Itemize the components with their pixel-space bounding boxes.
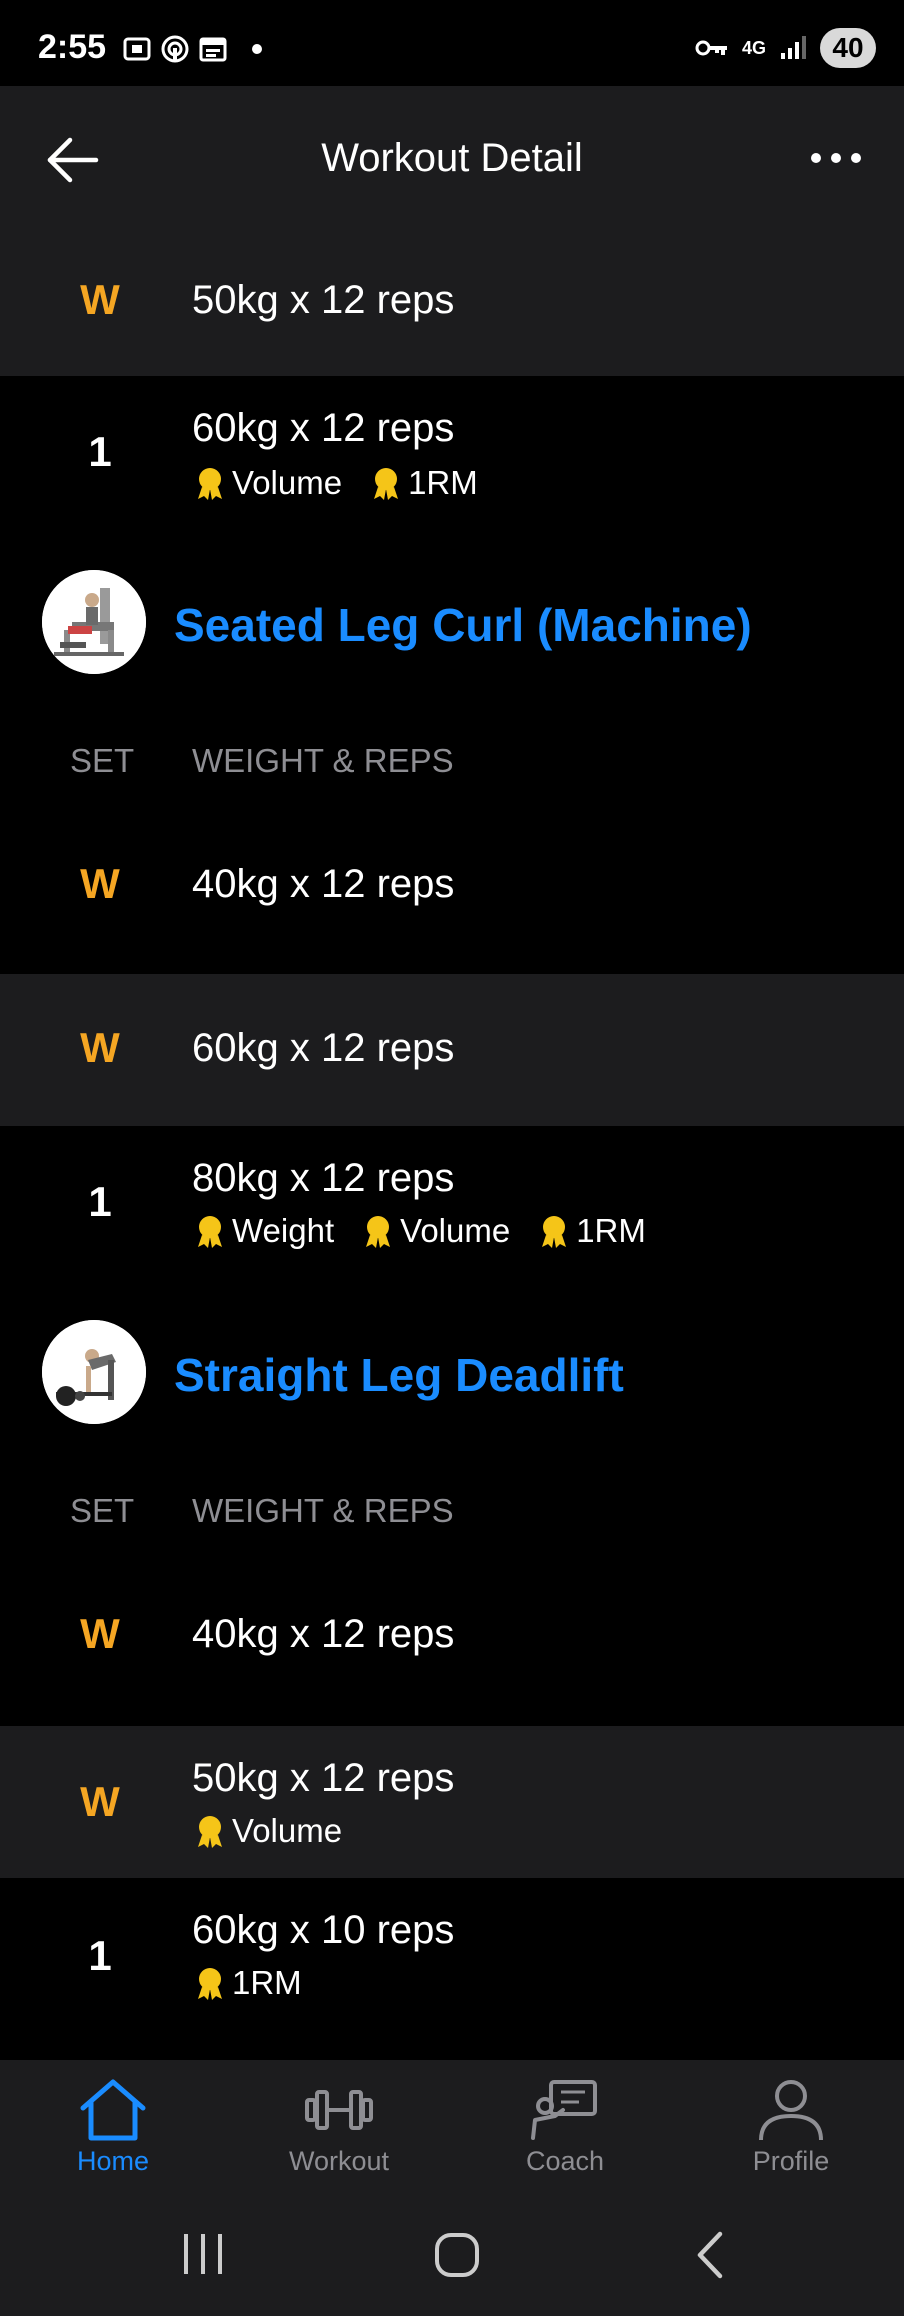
set-weight-reps: 80kg x 12 reps: [192, 1156, 455, 1200]
nav-label: Coach: [525, 2146, 605, 2176]
column-set: SET: [70, 1492, 135, 1529]
medal-icon: [366, 1216, 391, 1248]
medal-icon: [542, 1216, 567, 1248]
exercise-header[interactable]: Straight Leg Deadlift: [0, 1300, 904, 1450]
exercise-name[interactable]: Straight Leg Deadlift: [174, 1348, 624, 1402]
exercise-name[interactable]: Seated Leg Curl (Machine): [174, 598, 752, 652]
set-badge-warmup: W: [80, 1610, 120, 1657]
set-weight-reps: 40kg x 12 reps: [192, 862, 455, 906]
deadlift-icon: [42, 1320, 146, 1424]
back-button-icon[interactable]: [676, 2220, 746, 2290]
status-bar: 2:55 4G 40: [0, 0, 904, 86]
hotspot-icon: [161, 35, 189, 63]
record-label: 1RM: [232, 1964, 302, 2001]
key-icon: [695, 40, 727, 56]
record-label: Weight: [232, 1212, 335, 1249]
profile-icon: [759, 2080, 823, 2141]
medal-icon: [198, 1816, 222, 1848]
home-button-icon[interactable]: [422, 2220, 492, 2290]
set-row: 1 80kg x 12 reps Weight Volume 1RM: [0, 1126, 904, 1278]
more-horizontal-icon[interactable]: [806, 138, 866, 178]
set-row: W 50kg x 12 reps: [0, 234, 904, 376]
column-headers: SET WEIGHT & REPS: [0, 1470, 904, 1550]
leg-curl-machine-icon: [42, 570, 146, 674]
medal-icon: [374, 468, 399, 500]
set-badge-warmup: W: [80, 860, 120, 907]
medal-icon: [198, 1968, 222, 2000]
set-weight-reps: 60kg x 12 reps: [192, 1026, 455, 1070]
set-row: 1 60kg x 12 reps Volume 1RM: [0, 376, 904, 528]
exercise-thumbnail: [42, 1320, 146, 1424]
nav-profile[interactable]: Profile: [711, 2076, 871, 2177]
system-nav-bar: [0, 2190, 904, 2316]
set-weight-reps: 60kg x 10 reps: [192, 1908, 455, 1952]
record-label: Volume: [232, 464, 343, 501]
set-row: W 60kg x 12 reps: [0, 974, 904, 1126]
status-icons-left: [122, 34, 262, 64]
dumbbell-icon: [305, 2090, 373, 2130]
page-title: Workout Detail: [321, 136, 583, 180]
set-badge-warmup: W: [80, 1778, 120, 1825]
set-records: Weight Volume 1RM: [192, 1212, 646, 1250]
home-icon: [80, 2079, 146, 2141]
network-type: 4G: [741, 38, 766, 58]
exercise-header[interactable]: Seated Leg Curl (Machine): [0, 550, 904, 700]
record-label: 1RM: [576, 1212, 646, 1249]
status-time: 2:55: [38, 28, 107, 66]
record-badge: Weight: [192, 1212, 334, 1250]
set-row: W 40kg x 12 reps: [0, 814, 904, 964]
app-header: Workout Detail: [0, 86, 904, 234]
notification-dot: [252, 44, 262, 54]
nav-workout[interactable]: Workout: [259, 2076, 419, 2177]
nav-home[interactable]: Home: [33, 2076, 193, 2177]
signal-icon: [781, 36, 806, 59]
column-headers: SET WEIGHT & REPS: [0, 720, 904, 800]
calendar-icon: [199, 37, 227, 62]
record-label: Volume: [400, 1212, 511, 1249]
set-weight-reps: 60kg x 12 reps: [192, 406, 455, 450]
record-label: Volume: [232, 1812, 343, 1849]
column-set: SET: [70, 742, 135, 779]
set-badge-working: 1: [88, 1178, 112, 1225]
set-weight-reps: 40kg x 12 reps: [192, 1612, 455, 1656]
recent-apps-icon[interactable]: [168, 2220, 238, 2290]
record-badge: Volume: [192, 1812, 342, 1850]
set-weight-reps: 50kg x 12 reps: [192, 278, 455, 322]
record-badge: 1RM: [536, 1212, 646, 1250]
exercise-thumbnail: [42, 570, 146, 674]
set-row: 1 60kg x 10 reps 1RM: [0, 1878, 904, 2030]
set-badge-warmup: W: [80, 1024, 120, 1071]
medal-icon: [198, 1216, 222, 1248]
bottom-nav: Home Workout Coach Profile: [0, 2060, 904, 2190]
set-badge-warmup: W: [80, 276, 120, 323]
nav-label: Home: [76, 2146, 150, 2176]
set-row: W 50kg x 12 reps Volume: [0, 1726, 904, 1878]
medal-icon: [198, 468, 222, 500]
nav-label: Profile: [752, 2146, 830, 2176]
set-weight-reps: 50kg x 12 reps: [192, 1756, 455, 1800]
record-badge: 1RM: [192, 1964, 302, 2002]
nav-coach[interactable]: Coach: [485, 2076, 645, 2177]
record-badge: 1RM: [368, 464, 478, 502]
screenshot-icon: [123, 37, 151, 61]
set-records: Volume 1RM: [192, 464, 478, 502]
status-icons-right: 4G 40: [694, 28, 876, 68]
set-records: Volume: [192, 1812, 342, 1850]
column-weight-reps: WEIGHT & REPS: [192, 1492, 454, 1529]
record-label: 1RM: [408, 464, 478, 501]
set-records: 1RM: [192, 1964, 302, 2002]
record-badge: Volume: [360, 1212, 510, 1250]
set-badge-working: 1: [88, 428, 112, 475]
record-badge: Volume: [192, 464, 342, 502]
workout-content: W 50kg x 12 reps 1 60kg x 12 reps Volume…: [0, 234, 904, 2060]
battery-indicator: 40: [820, 28, 876, 68]
column-weight-reps: WEIGHT & REPS: [192, 742, 454, 779]
nav-label: Workout: [288, 2146, 390, 2176]
set-badge-working: 1: [88, 1932, 112, 1979]
coach-icon: [531, 2080, 597, 2140]
set-row: W 40kg x 12 reps: [0, 1564, 904, 1714]
